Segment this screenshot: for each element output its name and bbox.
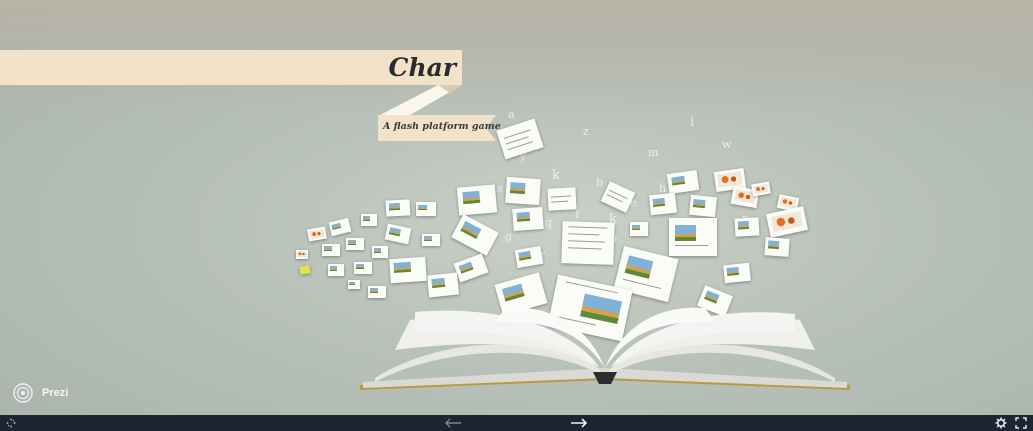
- slide-thumbnail[interactable]: [514, 245, 544, 269]
- bottom-toolbar: [0, 415, 1033, 431]
- slide-thumbnail[interactable]: [348, 280, 360, 289]
- slide-thumbnail[interactable]: [547, 187, 577, 211]
- banner-fold: [380, 85, 462, 115]
- slide-thumbnail[interactable]: [361, 214, 377, 226]
- slide-thumbnail[interactable]: [512, 206, 544, 232]
- slide-thumbnail[interactable]: [322, 244, 340, 256]
- slide-thumbnail[interactable]: [384, 223, 412, 245]
- slide-thumbnail[interactable]: [689, 194, 717, 218]
- floating-letter: g: [505, 230, 513, 243]
- slide-thumbnail[interactable]: [328, 264, 344, 276]
- slide-thumbnail[interactable]: [453, 253, 489, 283]
- slide-thumbnail[interactable]: [346, 238, 364, 250]
- open-book: [360, 307, 850, 390]
- floating-letter: m: [648, 146, 659, 159]
- slide-thumbnail[interactable]: [426, 272, 460, 298]
- slide-thumbnail[interactable]: [299, 265, 311, 275]
- slide-thumbnail[interactable]: [416, 202, 436, 216]
- slide-thumbnail[interactable]: [764, 237, 790, 257]
- slide-thumbnail[interactable]: [296, 250, 308, 259]
- slide-thumbnail[interactable]: [451, 214, 499, 256]
- slide-thumbnail[interactable]: [385, 199, 411, 217]
- slide-thumbnail[interactable]: [368, 286, 386, 298]
- spinner-icon: [4, 415, 18, 431]
- floating-letter: a: [508, 108, 515, 121]
- floating-letter: f: [575, 208, 580, 221]
- slide-thumbnail[interactable]: [751, 181, 771, 197]
- slide-thumbnail[interactable]: [328, 217, 352, 237]
- slide-thumbnail[interactable]: [354, 262, 372, 274]
- slide-thumbnail[interactable]: [765, 206, 809, 238]
- prezi-logo-text[interactable]: Prezi: [42, 387, 68, 399]
- floating-letter: s: [497, 182, 503, 195]
- slide-thumbnail[interactable]: [389, 256, 427, 284]
- prezi-canvas[interactable]: Char A flash platform game a z i m w y k…: [0, 0, 1033, 415]
- arrow-left-icon[interactable]: [442, 415, 464, 431]
- slide-thumbnail[interactable]: [496, 118, 544, 160]
- presentation-title: Char: [388, 53, 456, 82]
- slide-thumbnail[interactable]: [666, 170, 700, 194]
- title-banner: Char: [0, 50, 462, 85]
- floating-letter: z: [583, 125, 589, 138]
- slide-thumbnail[interactable]: [649, 192, 677, 216]
- slide-thumbnail[interactable]: [456, 184, 498, 216]
- floating-letter: q: [545, 216, 553, 229]
- slide-thumbnail[interactable]: [307, 226, 327, 242]
- floating-letter: w: [722, 138, 732, 151]
- slide-thumbnail[interactable]: [505, 176, 541, 206]
- slide-thumbnail[interactable]: [723, 262, 751, 284]
- presentation-subtitle: A flash platform game: [383, 121, 501, 132]
- arrow-right-icon[interactable]: [568, 415, 590, 431]
- fullscreen-icon[interactable]: [1013, 415, 1029, 431]
- floating-letter: k: [552, 168, 560, 183]
- floating-letter: b: [596, 176, 604, 189]
- slide-thumbnail[interactable]: [372, 246, 388, 258]
- floating-letter: i: [690, 115, 695, 130]
- gear-icon[interactable]: [993, 415, 1009, 431]
- slide-thumbnail[interactable]: [669, 218, 717, 256]
- slide-thumbnail[interactable]: [630, 222, 648, 236]
- slide-thumbnail[interactable]: [734, 217, 760, 237]
- slide-thumbnail[interactable]: [422, 234, 440, 246]
- slide-thumbnail[interactable]: [561, 221, 615, 265]
